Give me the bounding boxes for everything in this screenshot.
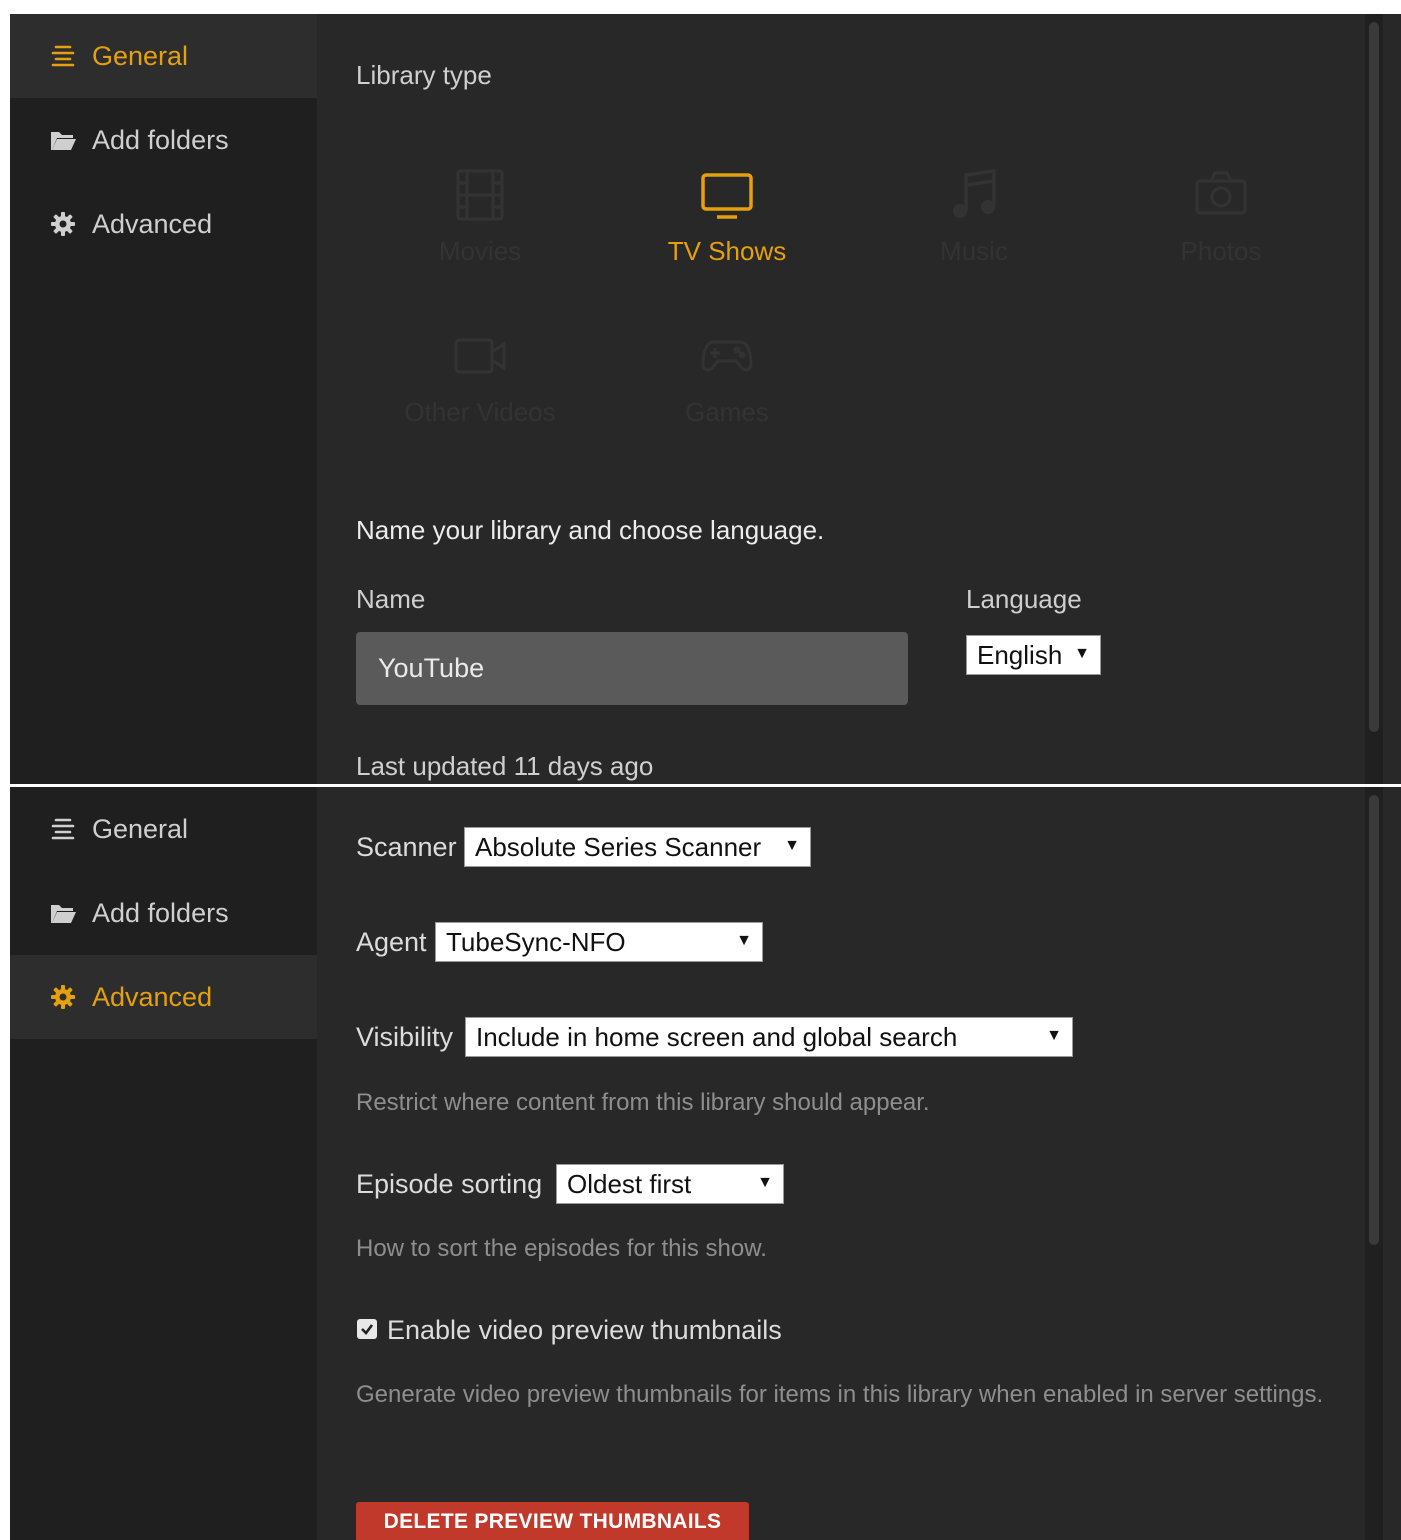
camera-icon (1101, 166, 1341, 224)
general-lines-icon (48, 814, 78, 844)
preview-thumbnails-label[interactable]: Enable video preview thumbnails (387, 1315, 782, 1346)
scanner-select[interactable]: Absolute Series Scanner ▼ (464, 827, 811, 867)
episode-sorting-help-text: How to sort the episodes for this show. (356, 1235, 767, 1262)
library-type-movies[interactable]: Movies (360, 166, 600, 267)
general-content: Library type Movies TV Shows Music Photo… (317, 14, 1383, 784)
library-type-label: Photos (1180, 236, 1262, 266)
visibility-select[interactable]: Include in home screen and global search… (465, 1017, 1073, 1057)
chevron-down-icon: ▼ (736, 932, 752, 949)
library-type-other-videos[interactable]: Other Videos (360, 327, 600, 428)
library-type-label: Music (940, 236, 1008, 266)
checkmark-icon (361, 1324, 374, 1335)
general-lines-icon (48, 41, 78, 71)
agent-select[interactable]: TubeSync-NFO ▼ (435, 922, 763, 962)
delete-preview-thumbnails-button[interactable]: DELETE PREVIEW THUMBNAILS (356, 1502, 749, 1540)
library-general-panel: General Add folders Advanced Library typ… (10, 14, 1401, 784)
folder-open-icon (48, 125, 78, 155)
sidebar: General Add folders Advanced (10, 787, 317, 1540)
sidebar-item-label: Add folders (92, 897, 229, 928)
sidebar-item-label: General (92, 813, 189, 844)
sidebar-item-label: Add folders (92, 124, 229, 155)
video-camera-icon (360, 327, 600, 385)
chevron-down-icon: ▼ (1074, 645, 1090, 662)
library-name-input[interactable] (356, 632, 908, 705)
library-type-label: Games (685, 397, 769, 427)
sidebar-item-label: Advanced (92, 208, 213, 239)
agent-label: Agent (356, 927, 427, 957)
chevron-down-icon: ▼ (784, 837, 800, 854)
library-advanced-panel: General Add folders Advanced Scanner Abs… (10, 787, 1401, 1540)
gear-icon (48, 982, 78, 1012)
episode-sorting-select[interactable]: Oldest first ▼ (556, 1164, 784, 1204)
scrollbar[interactable] (1365, 787, 1383, 1540)
sidebar-item-advanced[interactable]: Advanced (10, 955, 317, 1039)
visibility-help-text: Restrict where content from this library… (356, 1089, 930, 1116)
sidebar-item-advanced[interactable]: Advanced (10, 182, 317, 266)
library-type-music[interactable]: Music (854, 166, 1094, 267)
visibility-value: Include in home screen and global search (476, 1021, 958, 1052)
episode-sorting-value: Oldest first (567, 1168, 692, 1199)
agent-value: TubeSync-NFO (446, 926, 626, 957)
last-updated-text: Last updated 11 days ago (356, 751, 654, 781)
sidebar-item-general[interactable]: General (10, 14, 317, 98)
name-section-heading: Name your library and choose language. (356, 515, 825, 545)
scanner-label: Scanner (356, 832, 457, 862)
library-type-photos[interactable]: Photos (1101, 166, 1341, 267)
sidebar-item-add-folders[interactable]: Add folders (10, 98, 317, 182)
music-note-icon (854, 166, 1094, 224)
preview-thumbnails-checkbox[interactable] (357, 1319, 377, 1339)
library-type-label: Movies (438, 236, 522, 266)
advanced-content: Scanner Absolute Series Scanner ▼ Agent … (317, 787, 1383, 1540)
gamepad-icon (607, 327, 847, 385)
language-value: English (977, 639, 1063, 670)
chevron-down-icon: ▼ (1046, 1027, 1062, 1044)
library-type-label: Library type (356, 60, 492, 90)
episode-sorting-label: Episode sorting (356, 1169, 543, 1199)
scrollbar-thumb[interactable] (1369, 22, 1379, 732)
library-type-tv-shows[interactable]: TV Shows (607, 166, 847, 267)
sidebar-item-add-folders[interactable]: Add folders (10, 871, 317, 955)
scanner-value: Absolute Series Scanner (475, 831, 762, 862)
sidebar: General Add folders Advanced (10, 14, 317, 784)
chevron-down-icon: ▼ (757, 1174, 773, 1191)
visibility-label: Visibility (356, 1022, 454, 1052)
film-icon (360, 166, 600, 224)
language-label: Language (966, 584, 1082, 614)
library-type-games[interactable]: Games (607, 327, 847, 428)
scrollbar-thumb[interactable] (1369, 795, 1379, 1245)
folder-open-icon (48, 898, 78, 928)
sidebar-item-label: General (92, 40, 189, 71)
sidebar-item-general[interactable]: General (10, 787, 317, 871)
sidebar-item-label: Advanced (92, 981, 213, 1012)
scrollbar[interactable] (1365, 14, 1383, 784)
preview-thumbnails-help-text: Generate video preview thumbnails for it… (356, 1381, 1324, 1408)
library-type-label: Other Videos (404, 397, 556, 427)
name-label: Name (356, 584, 426, 614)
gear-icon (48, 209, 78, 239)
library-type-label: TV Shows (667, 236, 787, 266)
language-select[interactable]: English ▼ (966, 635, 1101, 675)
tv-icon (607, 166, 847, 224)
